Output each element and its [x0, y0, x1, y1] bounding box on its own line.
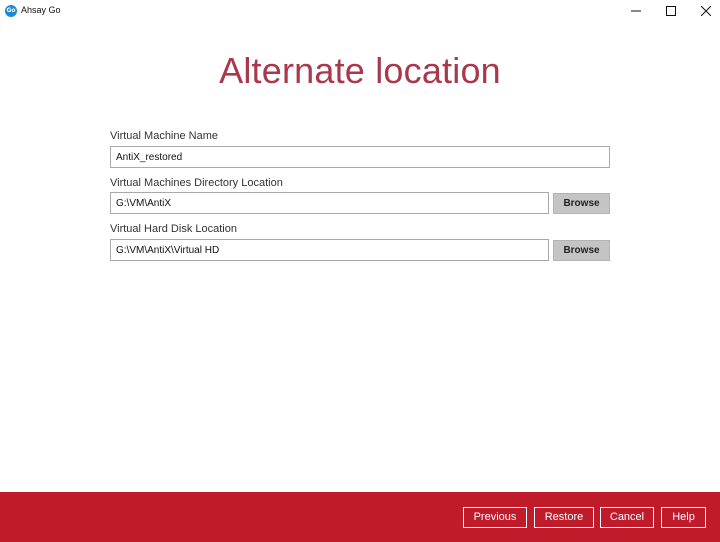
maximize-button[interactable]: [653, 0, 689, 22]
vm-directory-input[interactable]: [110, 192, 549, 214]
vm-directory-label: Virtual Machines Directory Location: [110, 177, 283, 189]
ahsay-go-icon: Go: [5, 5, 17, 17]
vm-directory-browse-button[interactable]: Browse: [553, 193, 610, 214]
vm-name-label: Virtual Machine Name: [110, 130, 219, 142]
restore-button[interactable]: Restore: [534, 507, 594, 528]
minimize-icon: [631, 10, 641, 12]
window-title: Ahsay Go: [21, 5, 61, 15]
minimize-button[interactable]: [618, 0, 654, 22]
maximize-icon: [666, 6, 676, 16]
vhd-location-input[interactable]: [110, 239, 549, 261]
vhd-location-browse-button[interactable]: Browse: [553, 240, 610, 261]
title-bar: Go Ahsay Go: [0, 0, 720, 22]
page-title: Alternate location: [219, 50, 501, 91]
previous-button[interactable]: Previous: [463, 507, 527, 528]
vm-name-input[interactable]: [110, 146, 610, 168]
close-button[interactable]: [688, 0, 720, 22]
close-icon: [701, 6, 711, 16]
vhd-location-label: Virtual Hard Disk Location: [110, 223, 237, 235]
help-button[interactable]: Help: [661, 507, 706, 528]
footer-bar: Previous Restore Cancel Help: [0, 492, 720, 542]
cancel-button[interactable]: Cancel: [600, 507, 654, 528]
